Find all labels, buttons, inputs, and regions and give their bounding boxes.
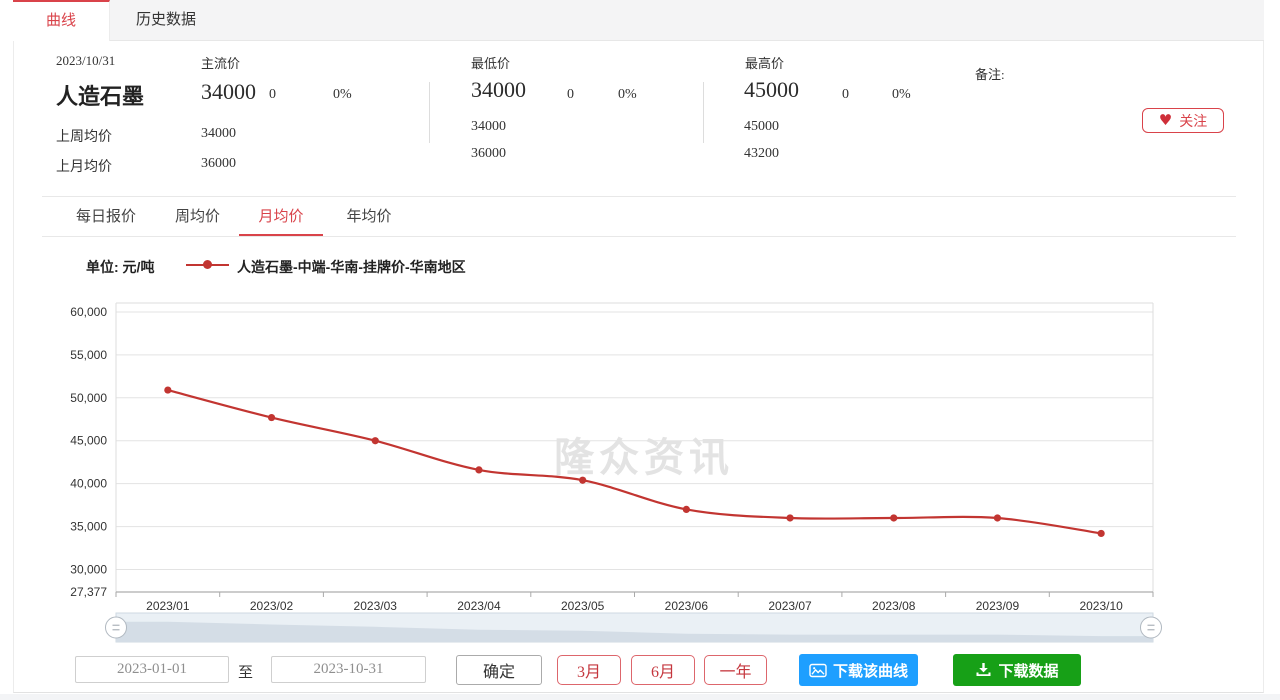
data-point[interactable] [993, 514, 1002, 522]
x-axis-label: 2023/02 [250, 599, 294, 613]
mainstream-last-month-value: 36000 [201, 156, 236, 171]
y-axis-label: 55,000 [70, 348, 107, 362]
range-6-month-button[interactable]: 6月 [631, 655, 695, 685]
lowest-price-change-pct: 0% [618, 87, 637, 102]
highest-price-value: 45000 [744, 77, 799, 102]
highest-price-label: 最高价 [745, 56, 785, 71]
price-curve-page: 曲线 历史数据 2023/10/31 人造石墨 上周均价 上月均价 主流价 34… [0, 0, 1280, 700]
data-point[interactable] [267, 413, 276, 422]
y-axis-label: 35,000 [70, 520, 107, 534]
chart-svg: 27,377 30,000 35,000 40,000 45,000 50,000 55,0… [70, 302, 1162, 643]
lowest-last-month-value: 36000 [471, 146, 506, 161]
subtab-divider [42, 236, 1236, 237]
range-1-year-button[interactable]: 一年 [704, 655, 767, 685]
summary-divider-2 [703, 82, 704, 143]
lowest-price-value: 34000 [471, 77, 526, 102]
x-axis-label: 2023/04 [457, 599, 501, 613]
follow-button[interactable]: ♥ 关注 [1142, 108, 1224, 133]
subtab-yearly-average[interactable]: 年均价 [323, 200, 415, 236]
x-axis-label: 2023/05 [561, 599, 605, 613]
x-axis-label: 2023/10 [1079, 599, 1123, 613]
data-point[interactable] [475, 466, 483, 474]
data-point[interactable] [890, 514, 898, 522]
series-line [166, 388, 1103, 535]
download-icon [976, 663, 991, 676]
data-point[interactable] [371, 437, 379, 445]
quote-date: 2023/10/31 [56, 53, 116, 68]
last-month-label: 上月均价 [56, 160, 112, 175]
y-axis-label: 45,000 [70, 434, 107, 448]
confirm-button[interactable]: 确定 [456, 655, 542, 685]
y-axis-label: 27,377 [70, 585, 107, 599]
y-axis-label: 40,000 [70, 477, 107, 491]
datazoom-handle-left[interactable] [105, 616, 127, 639]
y-axis-label: 50,000 [70, 391, 107, 405]
range-3-month-button[interactable]: 3月 [557, 655, 621, 685]
download-curve-label: 下载该曲线 [832, 662, 908, 680]
data-point[interactable] [579, 476, 587, 484]
mainstream-last-week-value: 34000 [201, 126, 236, 141]
summary-divider-1 [429, 82, 430, 143]
subtab-weekly-average[interactable]: 周均价 [156, 200, 239, 236]
mainstream-price-label: 主流价 [201, 56, 241, 71]
x-axis-label: 2023/03 [354, 599, 398, 613]
mainstream-price-value: 34000 [201, 79, 256, 104]
download-curve-button[interactable]: 下载该曲线 [799, 654, 918, 686]
tab-history-data[interactable]: 历史数据 [110, 0, 222, 40]
content-panel: 2023/10/31 人造石墨 上周均价 上月均价 主流价 34000 0 0%… [13, 41, 1264, 693]
download-data-label: 下载数据 [998, 662, 1059, 680]
data-point[interactable] [164, 386, 172, 394]
highest-price-change: 0 [842, 87, 849, 102]
follow-button-label: 关注 [1179, 114, 1208, 130]
data-point[interactable] [682, 505, 690, 513]
highest-price-change-pct: 0% [892, 87, 911, 102]
tab-curve[interactable]: 曲线 [13, 0, 110, 41]
date-range-to-label: 至 [238, 665, 254, 681]
datazoom-handle-right[interactable] [1140, 616, 1162, 639]
mainstream-price-change: 0 [269, 87, 276, 102]
x-axis-label: 2023/09 [976, 599, 1020, 613]
x-axis-label: 2023/08 [872, 599, 916, 613]
top-tab-bar: 曲线 历史数据 [13, 0, 1264, 41]
legend-marker-dot [203, 260, 212, 269]
page-bottom-strip [0, 694, 1280, 700]
y-axis-label: 30,000 [70, 562, 107, 576]
date-from-input[interactable] [75, 656, 229, 683]
remark-label: 备注: [975, 67, 1005, 82]
x-axis-label: 2023/07 [768, 599, 812, 613]
subtab-daily-quote[interactable]: 每日报价 [56, 200, 156, 236]
subtab-monthly-average[interactable]: 月均价 [239, 200, 323, 236]
x-axis-label: 2023/06 [665, 599, 709, 613]
y-axis-label: 60,000 [70, 305, 107, 319]
section-divider [42, 196, 1236, 197]
image-icon [809, 663, 827, 677]
last-week-label: 上周均价 [56, 130, 112, 145]
mainstream-price-change-pct: 0% [333, 87, 352, 102]
lowest-price-change: 0 [567, 87, 574, 102]
lowest-price-label: 最低价 [471, 56, 511, 71]
data-point[interactable] [1097, 529, 1105, 538]
download-data-button[interactable]: 下载数据 [953, 654, 1081, 686]
data-point[interactable] [786, 514, 794, 522]
price-chart[interactable]: 27,377 30,000 35,000 40,000 45,000 50,000 55,0… [14, 271, 1263, 645]
date-to-input[interactable] [271, 656, 426, 683]
product-name: 人造石墨 [56, 84, 145, 109]
highest-last-month-value: 43200 [744, 146, 779, 161]
highest-last-week-value: 45000 [744, 119, 779, 134]
heart-icon: ♥ [1158, 111, 1173, 129]
x-axis-label: 2023/01 [146, 599, 190, 613]
lowest-last-week-value: 34000 [471, 119, 506, 134]
